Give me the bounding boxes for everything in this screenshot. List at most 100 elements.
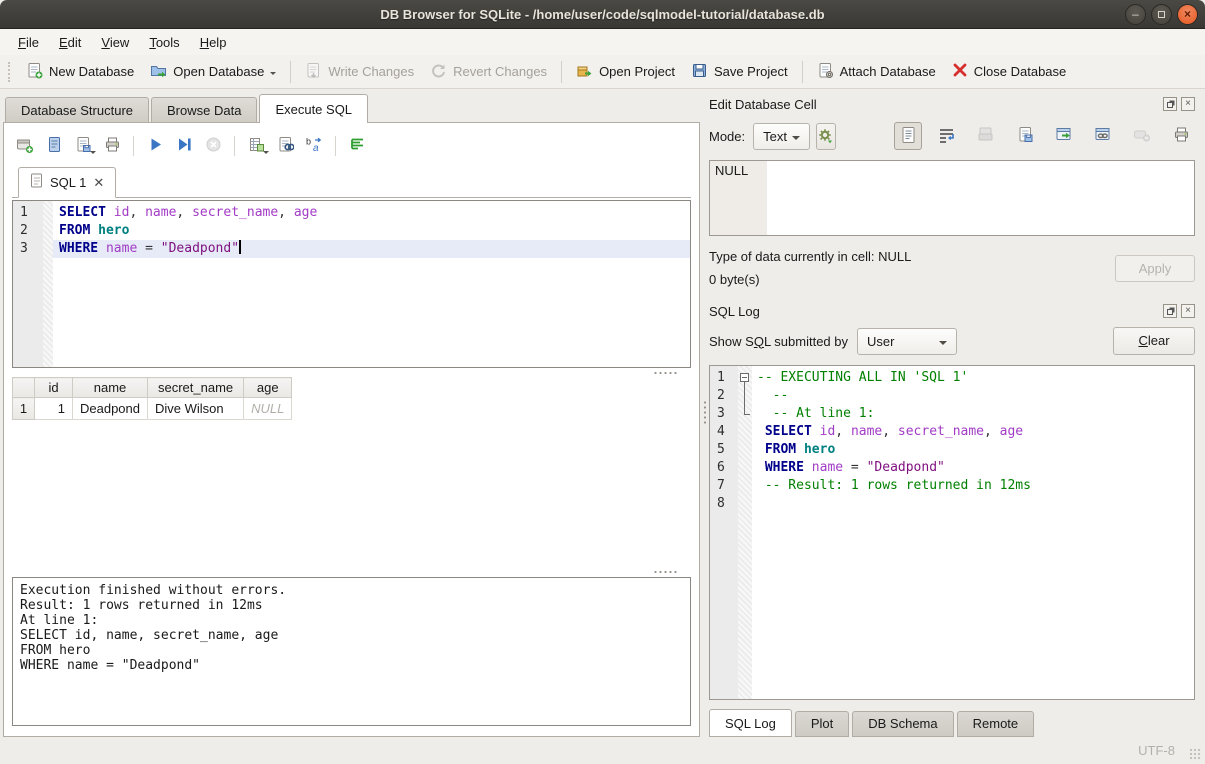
chevron-down-icon [263, 151, 269, 157]
results-message-splitter[interactable] [12, 567, 691, 576]
dock-tab-db-schema[interactable]: DB Schema [852, 711, 953, 737]
word-wrap-button[interactable] [933, 122, 961, 150]
toolbar-button-label: Open Database [173, 64, 264, 79]
toolbar-button-label: Attach Database [840, 64, 936, 79]
menu-help[interactable]: Help [190, 31, 237, 54]
tab-execute-sql[interactable]: Execute SQL [259, 94, 368, 123]
close-database-button[interactable]: Close Database [944, 58, 1075, 85]
column-header-secret_name[interactable]: secret_name [148, 378, 244, 398]
sql-editor[interactable]: 123 SELECT id, name, secret_name, ageFRO… [12, 200, 691, 368]
play-icon [147, 136, 164, 156]
file-save-icon [75, 136, 92, 156]
find-replace-button[interactable]: ba [301, 133, 327, 159]
clear-log-button[interactable]: Clear [1113, 327, 1195, 355]
statusbar: UTF-8 [0, 737, 1205, 764]
editor-line-2[interactable]: FROM hero [53, 222, 690, 240]
project-save-icon [691, 62, 708, 82]
cell-type-row: Type of data currently in cell: NULL 0 b… [709, 245, 1195, 291]
cell-wrap-icon [938, 127, 956, 146]
panel-splitter[interactable] [700, 89, 709, 737]
save-data-button[interactable] [1011, 122, 1039, 150]
window-title: DB Browser for SQLite - /home/user/code/… [0, 7, 1205, 22]
float-dock-icon[interactable] [1163, 97, 1177, 111]
edit-cell-title: Edit Database Cell [709, 97, 1159, 112]
sql-tab[interactable]: SQL 1 ✕ [18, 167, 116, 198]
execution-message: Execution finished without errors. Resul… [12, 577, 691, 726]
text-view-button[interactable] [894, 122, 922, 150]
menu-file[interactable]: File [8, 31, 49, 54]
auto-apply-button[interactable] [816, 123, 836, 150]
cell-name[interactable]: Deadpond [73, 398, 148, 420]
close-button[interactable]: × [1177, 4, 1198, 25]
cell-secret_name[interactable]: Dive Wilson [148, 398, 244, 420]
execute-all-button[interactable] [142, 133, 168, 159]
right-panel: Edit Database Cell × Mode: Text NULL [709, 89, 1205, 737]
editor-line-1[interactable]: SELECT id, name, secret_name, age [53, 204, 690, 222]
close-tab-icon[interactable]: ✕ [93, 177, 104, 188]
tab-database-structure[interactable]: Database Structure [5, 97, 149, 123]
cell-type-text: Type of data currently in cell: NULL [709, 245, 911, 268]
attach-database-button[interactable]: Attach Database [809, 58, 944, 86]
row-header[interactable]: 1 [13, 398, 35, 420]
find-replace-icon: ba [305, 136, 323, 156]
menu-edit[interactable]: Edit [49, 31, 91, 54]
log-line-2: -- [757, 387, 1194, 405]
column-header-id[interactable]: id [35, 378, 73, 398]
fold-collapse-icon[interactable] [738, 369, 752, 387]
new-database-button[interactable]: New Database [18, 58, 142, 86]
auto-format-button[interactable] [344, 133, 370, 159]
editor-fold-margin [43, 201, 53, 367]
open-project-button[interactable]: Open Project [568, 58, 683, 86]
maximize-button[interactable] [1151, 4, 1172, 25]
copy-link-button[interactable] [1089, 122, 1117, 150]
tab-browse-data[interactable]: Browse Data [151, 97, 257, 123]
open-new-tab-button[interactable] [12, 133, 38, 159]
save-sql-file-button[interactable] [70, 133, 96, 159]
close-log-dock-icon[interactable]: × [1181, 304, 1195, 318]
float-log-dock-icon[interactable] [1163, 304, 1177, 318]
resize-grip[interactable] [1189, 748, 1201, 760]
editor-results-splitter[interactable] [12, 368, 691, 377]
menu-view[interactable]: View [91, 31, 139, 54]
chevron-down-icon [90, 151, 96, 157]
cell-id[interactable]: 1 [35, 398, 73, 420]
menu-tools[interactable]: Tools [139, 31, 189, 54]
log-fold-margin[interactable] [738, 366, 752, 699]
cell-content-editor[interactable]: NULL [709, 160, 1195, 236]
log-line-8 [757, 495, 1194, 513]
open-database-button[interactable]: Open Database [142, 58, 284, 86]
log-line-4: SELECT id, name, secret_name, age [757, 423, 1194, 441]
dock-tab-sql-log[interactable]: SQL Log [709, 709, 792, 737]
cell-age[interactable]: NULL [244, 398, 292, 420]
export-data-button[interactable] [1050, 122, 1078, 150]
save-results-view-button[interactable] [243, 133, 269, 159]
stop-execution-button [200, 133, 226, 159]
find-button[interactable] [272, 133, 298, 159]
open-sql-file-button[interactable] [41, 133, 67, 159]
print-cell-button[interactable] [1167, 122, 1195, 150]
editor-code-area[interactable]: SELECT id, name, secret_name, ageFROM he… [53, 201, 690, 367]
left-panel: Database StructureBrowse DataExecute SQL… [0, 89, 700, 737]
cell-content-value: NULL [710, 161, 767, 235]
editor-line-numbers: 123 [13, 201, 43, 367]
mode-select[interactable]: Text [753, 123, 810, 150]
app-window: DB Browser for SQLite - /home/user/code/… [0, 0, 1205, 764]
close-dock-icon[interactable]: × [1181, 97, 1195, 111]
dock-tab-plot[interactable]: Plot [795, 711, 849, 737]
encoding-indicator[interactable]: UTF-8 [1138, 743, 1175, 758]
sql-tab-label: SQL 1 [50, 175, 86, 190]
print-sql-button[interactable] [99, 133, 125, 159]
mode-select-value: Text [763, 129, 787, 144]
submitted-by-select[interactable]: User [857, 328, 957, 355]
submitted-by-value: User [867, 334, 894, 349]
minimize-button[interactable]: – [1125, 4, 1146, 25]
column-header-name[interactable]: name [73, 378, 148, 398]
execute-current-line-button[interactable] [171, 133, 197, 159]
column-header-age[interactable]: age [244, 378, 292, 398]
editor-line-3[interactable]: WHERE name = "Deadpond" [53, 240, 690, 258]
dock-tab-remote[interactable]: Remote [957, 711, 1035, 737]
menubar: FileEditViewToolsHelp [0, 29, 1205, 55]
save-project-button[interactable]: Save Project [683, 58, 796, 86]
apply-button[interactable]: Apply [1115, 255, 1195, 282]
log-line-7: -- Result: 1 rows returned in 12ms [757, 477, 1194, 495]
